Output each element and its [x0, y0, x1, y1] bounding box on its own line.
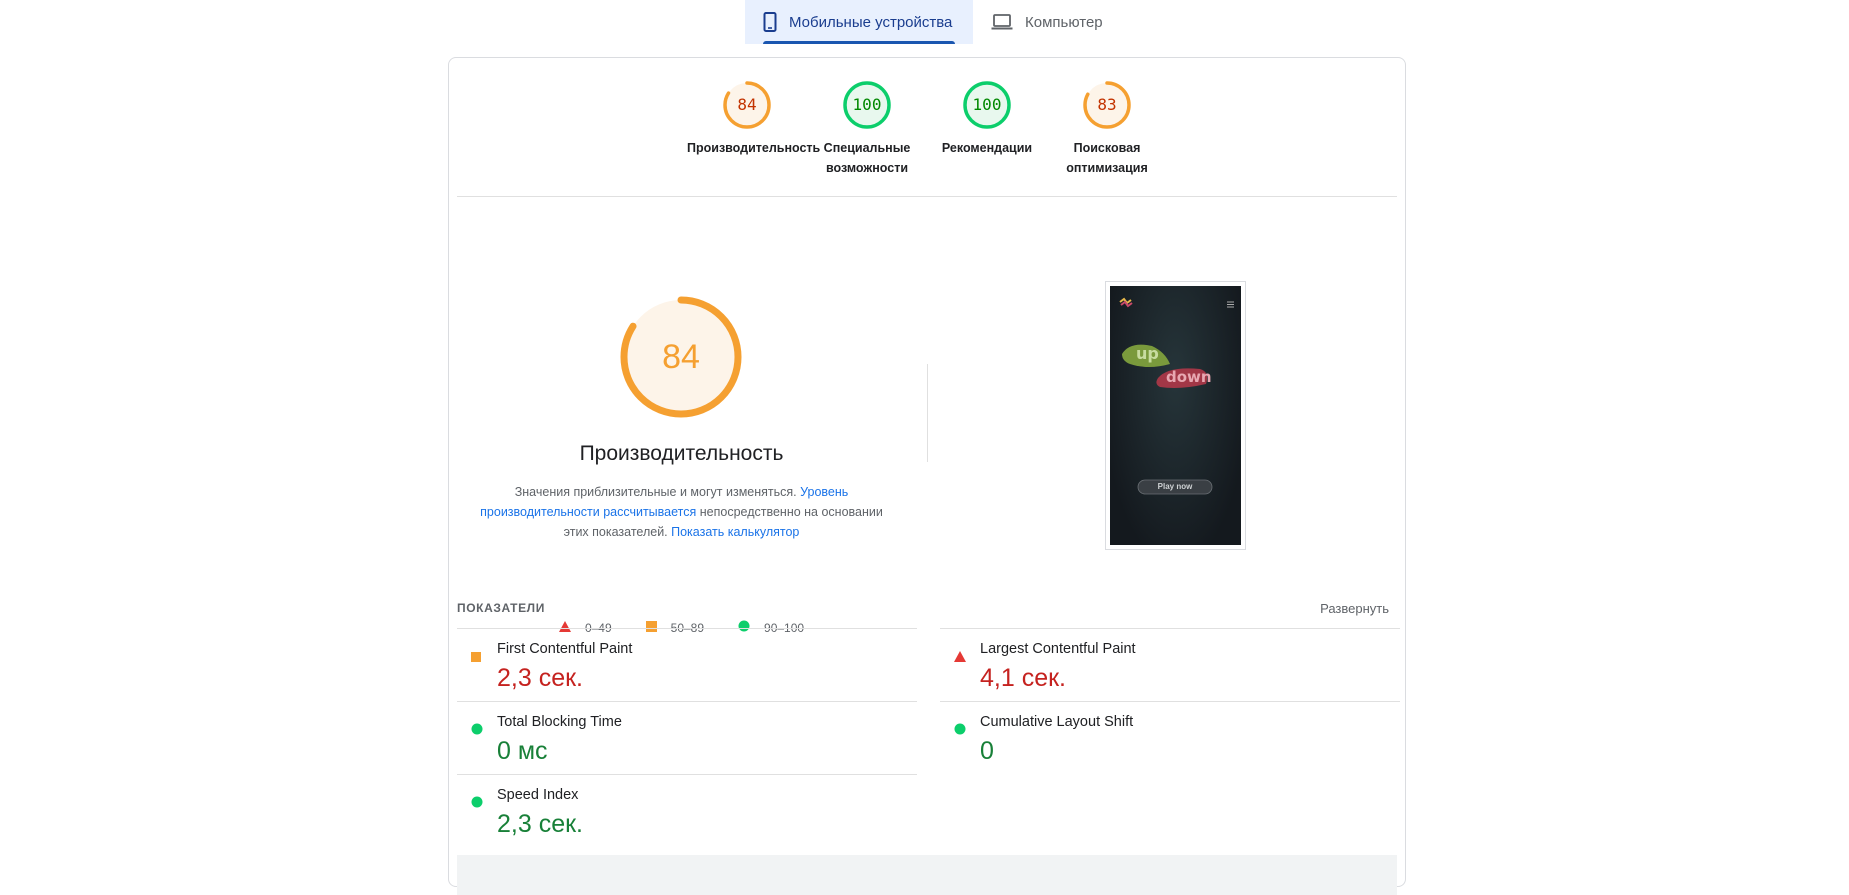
- screenshot-word-down: down: [1166, 368, 1212, 386]
- metric-name: Total Blocking Time: [497, 714, 622, 730]
- expand-button[interactable]: Развернуть: [1320, 601, 1389, 616]
- score-ring: 84: [722, 80, 772, 130]
- performance-title: Производительность: [579, 442, 784, 465]
- metric-name: Cumulative Layout Shift: [980, 714, 1134, 730]
- score-ring: 83: [1082, 80, 1132, 130]
- smartphone-icon: [763, 12, 777, 32]
- metrics-title: ПОКАЗАТЕЛИ: [457, 601, 545, 615]
- score-value: 84: [737, 95, 757, 114]
- gauge-seo[interactable]: 83 Поисковая оптимизация: [1047, 80, 1167, 178]
- metrics-header: ПОКАЗАТЕЛИ Развернуть: [457, 601, 1397, 627]
- gauge-label: Поисковая: [1073, 141, 1141, 155]
- metric-value: 4,1 сек.: [980, 664, 1066, 692]
- tab-desktop[interactable]: Компьютер: [973, 0, 1121, 44]
- score-ring: 100: [962, 80, 1012, 130]
- active-tab-indicator: [763, 41, 955, 44]
- metric-value: 0: [980, 737, 994, 765]
- gauge-performance[interactable]: 84 Производительность: [687, 80, 820, 178]
- desc-text: Значения приблизительные и могут изменят…: [514, 485, 801, 499]
- gauge-label-line2: оптимизация: [1066, 161, 1148, 175]
- gauge-accessibility[interactable]: 100 Специальные возможности: [807, 80, 927, 178]
- section-divider: [457, 196, 1397, 197]
- report-card: 84 Производительность 100 Специальные воз…: [448, 57, 1406, 895]
- circle-icon: [471, 795, 483, 813]
- performance-score: 84: [662, 338, 700, 376]
- performance-gauge: 84: [619, 295, 743, 419]
- laptop-icon: [991, 14, 1013, 30]
- metric-name: Largest Contentful Paint: [980, 641, 1136, 657]
- metric-cls: Cumulative Layout Shift 0: [940, 701, 1400, 774]
- triangle-icon: [954, 649, 966, 667]
- tab-desktop-label: Компьютер: [1025, 13, 1103, 31]
- metric-lcp: Largest Contentful Paint 4,1 сек.: [940, 628, 1400, 701]
- screenshot-word-up: up: [1136, 344, 1159, 363]
- performance-description: Значения приблизительные и могут изменят…: [469, 482, 894, 542]
- page-screenshot[interactable]: up down Play now: [1105, 281, 1246, 550]
- gauge-label: Производительность: [687, 141, 821, 155]
- category-gauges: 84 Производительность 100 Специальные воз…: [449, 80, 1405, 178]
- gauge-best-practices[interactable]: 100 Рекомендации: [927, 80, 1047, 178]
- circle-icon: [954, 722, 966, 740]
- menu-icon: [1227, 301, 1234, 308]
- metric-name: First Contentful Paint: [497, 641, 633, 657]
- score-value: 100: [852, 95, 882, 114]
- gauge-label-line2: возможности: [825, 161, 909, 175]
- metric-value: 0 мс: [497, 737, 548, 765]
- gauge-label: Специальные: [823, 141, 911, 155]
- score-value: 100: [972, 95, 1002, 114]
- tab-mobile[interactable]: Мобильные устройства: [745, 0, 973, 44]
- metric-fcp: First Contentful Paint 2,3 сек.: [457, 628, 917, 701]
- metric-speed-index: Speed Index 2,3 сек.: [457, 774, 917, 847]
- square-icon: [471, 649, 481, 667]
- score-value: 83: [1097, 95, 1117, 114]
- circle-icon: [471, 722, 483, 740]
- score-ring: 100: [842, 80, 892, 130]
- metric-name: Speed Index: [497, 787, 579, 803]
- screenshot-play-button: Play now: [1157, 482, 1193, 491]
- gauge-label: Рекомендации: [941, 141, 1033, 155]
- site-logo-icon: [1119, 297, 1133, 308]
- metric-tbt: Total Blocking Time 0 мс: [457, 701, 917, 774]
- vertical-divider: [927, 364, 928, 462]
- tab-mobile-label: Мобильные устройства: [789, 13, 953, 31]
- metric-value: 2,3 сек.: [497, 810, 583, 838]
- metric-value: 2,3 сек.: [497, 664, 583, 692]
- device-tabs: Мобильные устройства Компьютер: [745, 0, 1121, 44]
- screenshot-content: up down Play now: [1110, 286, 1241, 545]
- show-calculator-link[interactable]: Показать калькулятор: [671, 525, 799, 539]
- runtime-settings-bar: [457, 855, 1397, 895]
